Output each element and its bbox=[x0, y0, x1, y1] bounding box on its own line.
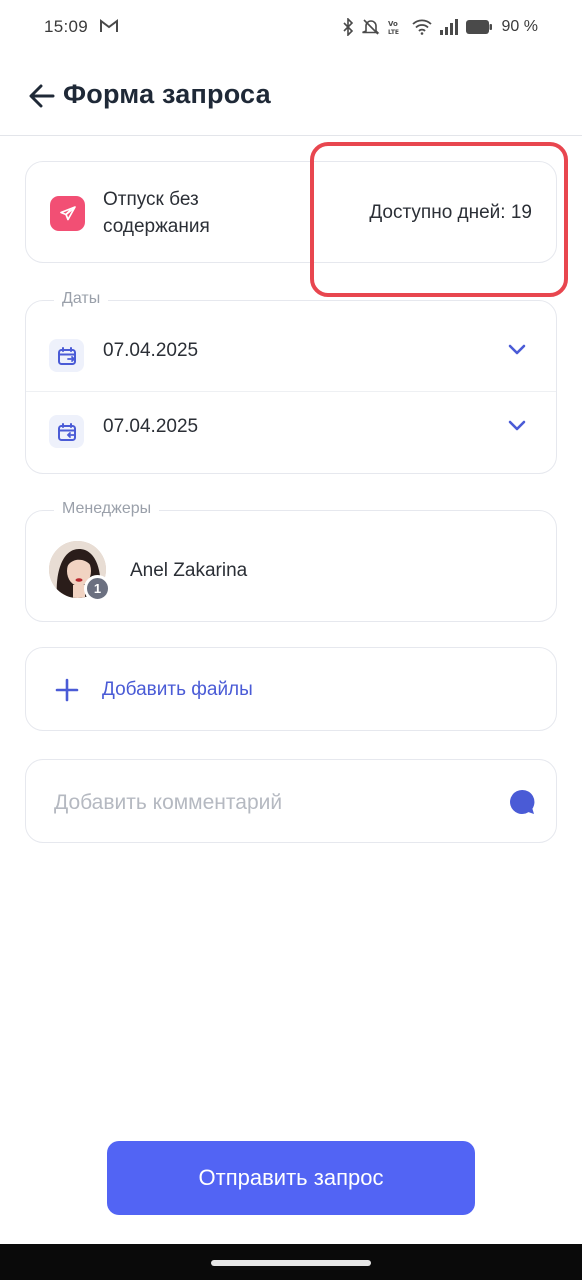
page-title: Форма запроса bbox=[63, 79, 271, 109]
bluetooth-icon bbox=[342, 18, 354, 36]
wifi-icon bbox=[411, 19, 432, 35]
svg-text:LTE: LTE bbox=[388, 29, 399, 36]
request-type-label: Отпуск без содержания bbox=[103, 189, 210, 237]
available-days: Доступно дней: 19 bbox=[369, 202, 532, 223]
submit-request-button[interactable]: Отправить запрос bbox=[107, 1141, 475, 1215]
end-date-picker[interactable]: 07.04.2025 bbox=[26, 391, 556, 474]
chevron-down-icon bbox=[508, 344, 526, 355]
manager-count-badge: 1 bbox=[84, 575, 111, 602]
volte-icon: Vo LTE bbox=[388, 18, 404, 36]
battery-percent: 90 % bbox=[501, 18, 538, 35]
add-files-button[interactable]: Добавить файлы bbox=[25, 647, 557, 731]
page-header: Форма запроса bbox=[0, 60, 582, 136]
signal-icon bbox=[439, 19, 458, 35]
arrow-left-icon bbox=[29, 84, 55, 108]
status-icons: Vo LTE 90 % bbox=[342, 16, 538, 38]
dates-card: 07.04.2025 07.04.2025 bbox=[25, 300, 557, 474]
dates-group-label: Даты bbox=[54, 290, 109, 308]
airplane-icon bbox=[50, 196, 85, 231]
back-button[interactable] bbox=[26, 80, 58, 112]
request-type-card[interactable]: Отпуск без содержания Доступно дней: 19 bbox=[25, 161, 557, 263]
chat-bubble-icon[interactable] bbox=[508, 788, 536, 816]
status-bar: 15:09 Vo LTE 90 % bbox=[0, 0, 582, 56]
status-time: 15:09 bbox=[44, 17, 89, 36]
managers-group-label: Менеджеры bbox=[54, 500, 160, 518]
home-gesture-handle[interactable] bbox=[211, 1260, 371, 1266]
managers-card[interactable]: 1 Anel Zakarina bbox=[25, 510, 557, 622]
calendar-start-icon bbox=[49, 339, 84, 372]
end-date-value: 07.04.2025 bbox=[103, 416, 199, 437]
plus-icon bbox=[55, 678, 79, 702]
svg-text:Vo: Vo bbox=[388, 20, 398, 28]
gmail-icon bbox=[100, 18, 118, 34]
start-date-value: 07.04.2025 bbox=[103, 340, 199, 361]
calendar-end-icon bbox=[49, 415, 84, 448]
battery-icon bbox=[465, 20, 492, 34]
comment-card bbox=[25, 759, 557, 843]
manager-name: Anel Zakarina bbox=[130, 560, 248, 581]
start-date-picker[interactable]: 07.04.2025 bbox=[26, 308, 556, 391]
chevron-down-icon bbox=[508, 420, 526, 431]
comment-input[interactable] bbox=[54, 788, 474, 818]
add-files-label: Добавить файлы bbox=[102, 679, 253, 700]
system-nav-bar bbox=[0, 1244, 582, 1280]
mute-icon bbox=[361, 18, 380, 36]
